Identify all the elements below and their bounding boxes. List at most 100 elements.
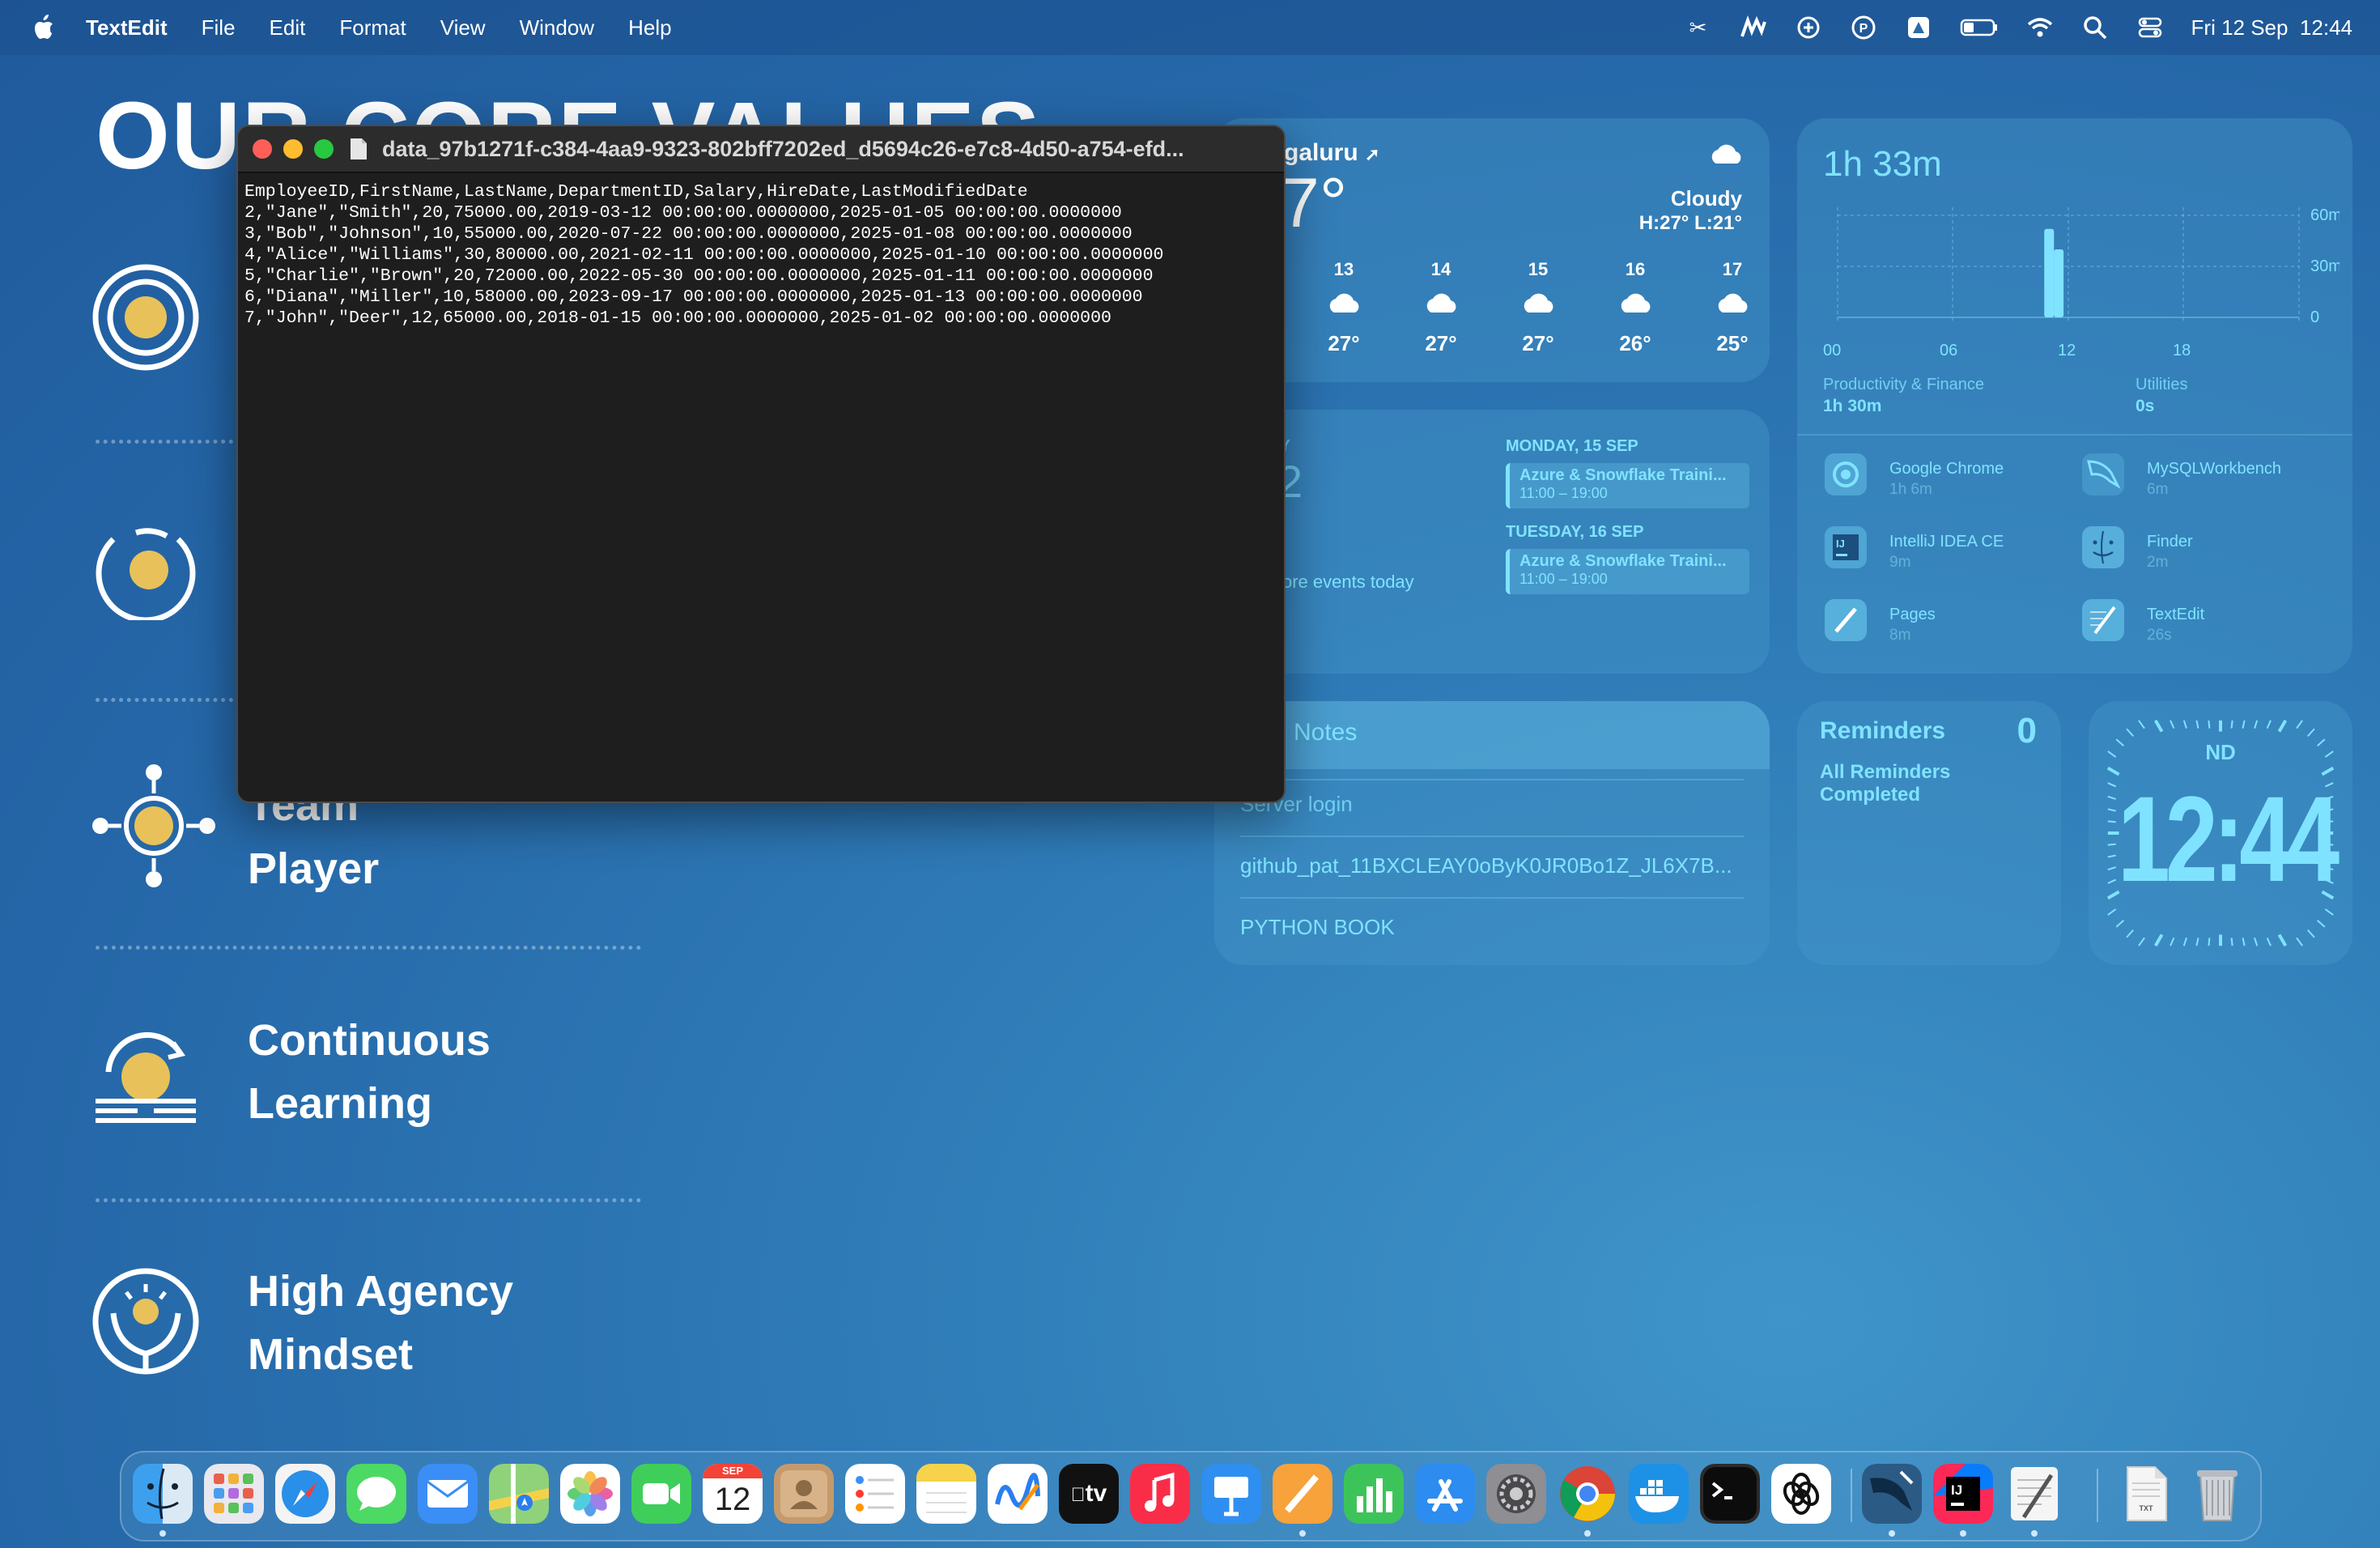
menu-edit[interactable]: Edit [270, 15, 306, 40]
app-usage-textedit[interactable] [2082, 599, 2124, 645]
clock-tick [2107, 854, 2116, 858]
app-store-icon[interactable] [1415, 1464, 1475, 1524]
terminal-icon[interactable] [1700, 1464, 1760, 1524]
intellij-icon: IJ [1825, 526, 1867, 568]
apple-tv-icon[interactable]: tv [1059, 1464, 1119, 1524]
reminders-widget[interactable]: Reminders 0 All Reminders Completed [1797, 701, 2061, 965]
app-usage-time: 1h 6m [1889, 481, 1932, 498]
textedit-window[interactable]: data_97b1271f-c384-4aa9-9323-802bff7202e… [236, 125, 1286, 803]
photos-icon[interactable] [560, 1464, 620, 1524]
calendar-widget[interactable]: AY 2 ore events today MONDAY, 15 SEP Azu… [1214, 410, 1770, 674]
weather-widget[interactable]: galuru ➚ 7° Cloudy H:27° L:21° 13 27° 14… [1214, 118, 1770, 382]
launchpad-icon[interactable] [204, 1464, 264, 1524]
textedit-icon[interactable] [2004, 1464, 2064, 1524]
menu-file[interactable]: File [202, 15, 236, 40]
intellij-icon[interactable]: IJ [1933, 1464, 1993, 1524]
x-tick-label: 18 [2173, 342, 2191, 359]
high-agency-text: High Agency Mindset [248, 1260, 513, 1386]
x-tick-label: 12 [2058, 342, 2076, 359]
pages-icon[interactable] [1273, 1464, 1332, 1524]
facetime-icon[interactable] [631, 1464, 691, 1524]
maps-icon[interactable] [489, 1464, 549, 1524]
music-icon[interactable] [1130, 1464, 1190, 1524]
menubar-datetime[interactable]: Fri 12 Sep 12:44 [2191, 15, 2352, 40]
notes-icon[interactable] [916, 1464, 976, 1524]
clock-tick [2242, 720, 2246, 729]
sync-status-icon[interactable] [1795, 14, 1822, 41]
mysql-workbench-icon[interactable] [1862, 1464, 1922, 1524]
drive-icon[interactable] [1905, 14, 1932, 41]
dock-divider [2097, 1469, 2098, 1522]
clock-tick [2195, 938, 2199, 946]
menu-app-name[interactable]: TextEdit [86, 15, 168, 40]
reminders-status: All Reminders Completed [1820, 761, 1950, 806]
apple-menu-icon[interactable] [31, 14, 55, 41]
keynote-icon[interactable] [1201, 1464, 1261, 1524]
menu-window[interactable]: Window [520, 15, 594, 40]
clock-tick [2107, 795, 2116, 800]
high-agency-icon [92, 1268, 199, 1375]
weather-location-text: galuru [1284, 139, 1358, 166]
reminders-icon[interactable] [845, 1464, 905, 1524]
continuous-learning-icon [96, 1031, 196, 1123]
calendar-event[interactable]: Azure & Snowflake Traini... 11:00 – 19:0… [1506, 549, 1749, 594]
clock-tick [2138, 720, 2145, 729]
finder-icon[interactable] [133, 1464, 193, 1524]
app-usage-chrome[interactable] [1825, 453, 1867, 500]
system-settings-icon[interactable] [1486, 1464, 1546, 1524]
dock: SEP 12 tv IJ TXT [120, 1451, 2262, 1542]
clock-tick [2277, 933, 2288, 947]
clock-tick [2296, 720, 2303, 729]
usage-bar [2054, 249, 2064, 317]
window-title: data_97b1271f-c384-4aa9-9323-802bff7202e… [382, 136, 1184, 161]
control-center-icon[interactable] [2136, 14, 2164, 41]
running-indicator [2031, 1530, 2038, 1537]
clock-tick [2107, 843, 2116, 846]
cloud-icon [1524, 293, 1553, 313]
window-titlebar[interactable]: data_97b1271f-c384-4aa9-9323-802bff7202e… [238, 126, 1284, 173]
clock-tick [2170, 720, 2175, 729]
trash-icon[interactable] [2187, 1464, 2247, 1524]
vpn-status-icon[interactable]: P [1850, 14, 1877, 41]
app-usage-intellij[interactable]: IJ [1825, 526, 1867, 572]
app-status-icon[interactable] [1740, 14, 1767, 41]
safari-icon[interactable] [275, 1464, 335, 1524]
mail-icon[interactable] [418, 1464, 478, 1524]
category-time: 0s [2136, 397, 2155, 415]
notes-widget[interactable]: Notes Server login github_pat_11BXCLEAY0… [1214, 701, 1770, 965]
app-usage-mysqlworkbench[interactable] [2082, 453, 2124, 500]
forecast-temp: 25° [1716, 331, 1749, 355]
scissors-icon[interactable]: ✂ [1685, 14, 1712, 41]
chrome-icon[interactable] [1558, 1464, 1617, 1524]
battery-icon[interactable] [1960, 14, 1999, 41]
note-item[interactable]: github_pat_11BXCLEAY0oByK0JR0Bo1Z_JL6X7B… [1240, 853, 1732, 878]
minimize-button[interactable] [283, 139, 303, 159]
messages-icon[interactable] [346, 1464, 406, 1524]
numbers-icon[interactable] [1344, 1464, 1404, 1524]
clock-widget[interactable]: ND 12:44 [2089, 701, 2352, 965]
document-type-label: TXT [2139, 1504, 2153, 1512]
clock-tick [2242, 938, 2246, 946]
calendar-day-header: MONDAY, 15 SEP [1506, 437, 1638, 455]
menu-help[interactable]: Help [628, 15, 671, 40]
close-button[interactable] [253, 139, 272, 159]
freeform-icon[interactable] [988, 1464, 1048, 1524]
contacts-icon[interactable] [774, 1464, 834, 1524]
chatgpt-icon[interactable] [1771, 1464, 1831, 1524]
calendar-icon[interactable]: SEP 12 [703, 1464, 763, 1524]
calendar-event[interactable]: Azure & Snowflake Traini... 11:00 – 19:0… [1506, 463, 1749, 508]
clock-tick [2107, 908, 2117, 916]
menu-view[interactable]: View [440, 15, 486, 40]
menu-format[interactable]: Format [339, 15, 406, 40]
screen-time-widget[interactable]: 1h 33m 60m 30m 0 00 06 12 18 Productivit… [1797, 118, 2352, 674]
zoom-button[interactable] [314, 139, 334, 159]
app-usage-finder[interactable] [2082, 526, 2124, 572]
document-text[interactable]: EmployeeID,FirstName,LastName,Department… [238, 173, 1284, 337]
search-icon[interactable] [2081, 14, 2109, 41]
docker-icon[interactable] [1629, 1464, 1689, 1524]
app-usage-pages[interactable] [1825, 599, 1867, 645]
recent-document-icon[interactable]: TXT [2116, 1464, 2176, 1524]
wifi-icon[interactable] [2026, 14, 2054, 41]
running-indicator [1299, 1530, 1306, 1537]
note-item[interactable]: PYTHON BOOK [1240, 915, 1395, 940]
